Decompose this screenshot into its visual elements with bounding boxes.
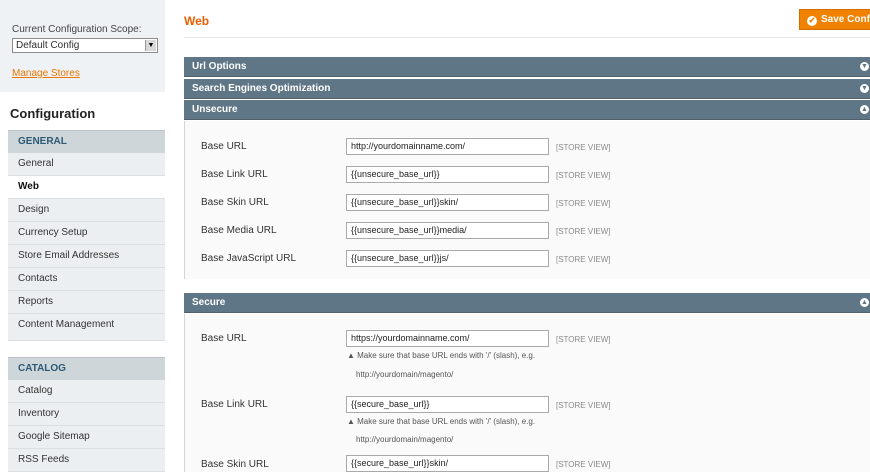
nav-section-catalog: CATALOG Catalog Inventory Google Sitemap… — [8, 357, 165, 472]
scope-tag: [STORE VIEW] — [556, 227, 611, 236]
sidebar-item-store-email-addresses[interactable]: Store Email Addresses — [8, 245, 165, 268]
field-label: Base URL — [201, 141, 247, 152]
scope-tag: [STORE VIEW] — [556, 199, 611, 208]
sidebar-item-google-sitemap[interactable]: Google Sitemap — [8, 426, 165, 449]
save-config-button[interactable]: ✔ Save Config — [799, 9, 870, 30]
unsecure-base-media-url-input[interactable]: {{unsecure_base_url}}media/ — [346, 222, 549, 239]
sidebar-item-content-management[interactable]: Content Management — [8, 314, 165, 341]
field-note: http://yourdomain/magento/ — [356, 370, 454, 379]
scope-label: Current Configuration Scope: — [12, 24, 142, 35]
section-title: Search Engines Optimization — [192, 83, 331, 94]
section-header-secure[interactable]: Secure ▲ — [184, 293, 870, 313]
scope-tag: [STORE VIEW] — [556, 255, 611, 264]
sidebar-item-contacts[interactable]: Contacts — [8, 268, 165, 291]
section-title: Secure — [192, 297, 226, 308]
sidebar-item-web[interactable]: Web — [8, 176, 165, 199]
check-circle-icon: ✔ — [807, 16, 817, 26]
sidebar-item-rss-feeds[interactable]: RSS Feeds — [8, 449, 165, 472]
field-label: Base URL — [201, 333, 247, 344]
field-note: ▲ Make sure that base URL ends with '/' … — [347, 351, 536, 360]
config-title: Configuration — [10, 106, 96, 121]
page-title: Web — [184, 14, 210, 28]
scope-tag: [STORE VIEW] — [556, 460, 611, 469]
field-note: http://yourdomain/magento/ — [356, 435, 454, 444]
secure-base-skin-url-input[interactable]: {{secure_base_url}}skin/ — [346, 455, 549, 472]
field-label: Base JavaScript URL — [201, 253, 297, 264]
scope-select-value: Default Config — [16, 40, 80, 51]
field-label: Base Skin URL — [201, 197, 269, 208]
collapse-icon[interactable]: ▲ — [860, 298, 869, 307]
nav-section-heading: CATALOG — [8, 357, 165, 380]
unsecure-base-js-url-input[interactable]: {{unsecure_base_url}}js/ — [346, 250, 549, 267]
collapse-icon[interactable]: ▲ — [860, 105, 869, 114]
sidebar: Current Configuration Scope: Default Con… — [0, 0, 165, 472]
field-label: Base Media URL — [201, 225, 277, 236]
save-config-label: Save Config — [821, 14, 870, 25]
unsecure-base-link-url-input[interactable]: {{unsecure_base_url}} — [346, 166, 549, 183]
expand-icon[interactable]: ▼ — [860, 62, 869, 71]
scope-tag: [STORE VIEW] — [556, 143, 611, 152]
unsecure-base-url-input[interactable]: http://yourdomainname.com/ — [346, 138, 549, 155]
field-label: Base Skin URL — [201, 459, 269, 470]
scope-tag: [STORE VIEW] — [556, 171, 611, 180]
expand-icon[interactable]: ▼ — [860, 84, 869, 93]
section-header-unsecure[interactable]: Unsecure ▲ — [184, 100, 870, 120]
manage-stores-link[interactable]: Manage Stores — [12, 68, 80, 79]
sidebar-item-currency-setup[interactable]: Currency Setup — [8, 222, 165, 245]
sidebar-item-reports[interactable]: Reports — [8, 291, 165, 314]
scope-select[interactable]: Default Config ▼ — [12, 38, 158, 53]
sidebar-item-general[interactable]: General — [8, 153, 165, 176]
nav-section-general: GENERAL General Web Design Currency Setu… — [8, 130, 165, 341]
secure-base-link-url-input[interactable]: {{secure_base_url}} — [346, 396, 549, 413]
scope-tag: [STORE VIEW] — [556, 401, 611, 410]
sidebar-item-design[interactable]: Design — [8, 199, 165, 222]
nav-section-heading: GENERAL — [8, 130, 165, 153]
section-title: Unsecure — [192, 104, 238, 115]
sidebar-item-inventory[interactable]: Inventory — [8, 403, 165, 426]
divider — [184, 37, 870, 38]
field-note: ▲ Make sure that base URL ends with '/' … — [347, 417, 536, 426]
secure-base-url-input[interactable]: https://yourdomainname.com/ — [346, 330, 549, 347]
chevron-down-icon[interactable]: ▼ — [145, 40, 156, 51]
section-title: Url Options — [192, 61, 247, 72]
scope-tag: [STORE VIEW] — [556, 335, 611, 344]
field-label: Base Link URL — [201, 169, 268, 180]
sidebar-item-catalog[interactable]: Catalog — [8, 380, 165, 403]
section-header-seo[interactable]: Search Engines Optimization ▼ — [184, 79, 870, 99]
scope-panel: Current Configuration Scope: Default Con… — [0, 0, 165, 92]
field-label: Base Link URL — [201, 399, 268, 410]
unsecure-base-skin-url-input[interactable]: {{unsecure_base_url}}skin/ — [346, 194, 549, 211]
section-header-url-options[interactable]: Url Options ▼ — [184, 57, 870, 77]
